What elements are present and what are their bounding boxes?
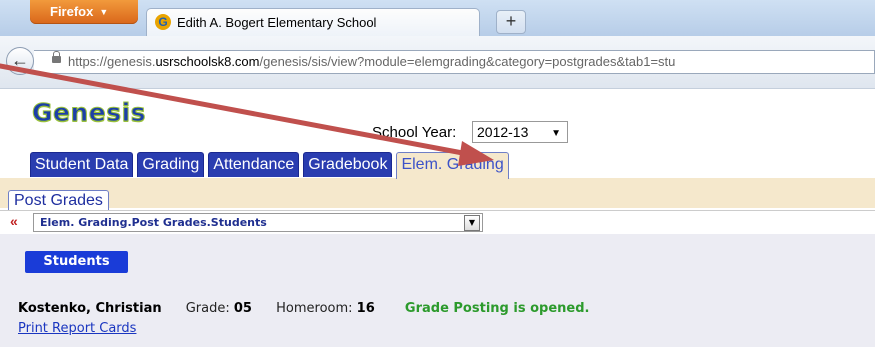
browser-nav-bar: ← https://genesis.usrschoolsk8.com/genes… <box>0 36 875 89</box>
grade-label: Grade: <box>185 301 230 316</box>
browser-tab-strip: Firefox ▼ G Edith A. Bogert Elementary Sc… <box>0 0 875 36</box>
breadcrumb-select[interactable]: Elem. Grading.Post Grades.Students ▼ <box>33 213 483 232</box>
tab-title: Edith A. Bogert Elementary School <box>177 15 377 30</box>
homeroom-value: 16 <box>356 301 375 316</box>
breadcrumb-value: Elem. Grading.Post Grades.Students <box>40 216 267 229</box>
students-button[interactable]: Students <box>25 251 128 273</box>
collapse-arrow-icon[interactable]: « <box>10 213 18 229</box>
tab-student-data[interactable]: Student Data <box>30 152 134 177</box>
content-area: Students Kostenko, Christian Grade: 05 H… <box>0 234 875 347</box>
school-year-label: School Year: <box>372 124 457 141</box>
firefox-menu-button[interactable]: Firefox ▼ <box>30 0 138 24</box>
tab-elem-grading[interactable]: Elem. Grading <box>396 152 509 179</box>
chevron-down-icon: ▼ <box>551 128 561 139</box>
tab-gradebook[interactable]: Gradebook <box>303 152 393 177</box>
grade-value: 05 <box>233 301 252 316</box>
tab-grading[interactable]: Grading <box>137 152 205 177</box>
school-year-select[interactable]: 2012-13 ▼ <box>472 121 568 143</box>
tab-attendance[interactable]: Attendance <box>208 152 300 177</box>
genesis-logo: Genesis <box>31 98 147 128</box>
student-name: Kostenko, Christian <box>18 301 162 316</box>
chevron-down-icon: ▼ <box>464 215 480 231</box>
chevron-down-icon: ▼ <box>99 7 109 17</box>
url-text: https://genesis.usrschoolsk8.com/genesis… <box>68 54 676 69</box>
school-year-value: 2012-13 <box>477 124 529 140</box>
tab-post-grades[interactable]: Post Grades <box>8 190 109 211</box>
student-info: Kostenko, Christian Grade: 05 Homeroom: … <box>18 301 589 316</box>
main-tab-bar <box>0 178 875 208</box>
lock-icon <box>52 51 61 63</box>
genesis-favicon-icon: G <box>155 14 171 30</box>
back-arrow-icon[interactable]: ← <box>6 47 34 75</box>
browser-tab[interactable]: G Edith A. Bogert Elementary School <box>146 8 480 36</box>
url-bar[interactable]: https://genesis.usrschoolsk8.com/genesis… <box>34 50 875 74</box>
firefox-menu-label: Firefox <box>50 4 94 19</box>
homeroom-label: Homeroom: <box>276 301 353 316</box>
grade-posting-status: Grade Posting is opened. <box>404 301 590 316</box>
main-tabs: Student Data Grading Attendance Gradeboo… <box>30 152 513 179</box>
breadcrumb-bar: « Elem. Grading.Post Grades.Students ▼ <box>0 210 875 235</box>
print-report-cards-link[interactable]: Print Report Cards <box>18 321 136 336</box>
new-tab-button[interactable]: + <box>496 10 526 34</box>
